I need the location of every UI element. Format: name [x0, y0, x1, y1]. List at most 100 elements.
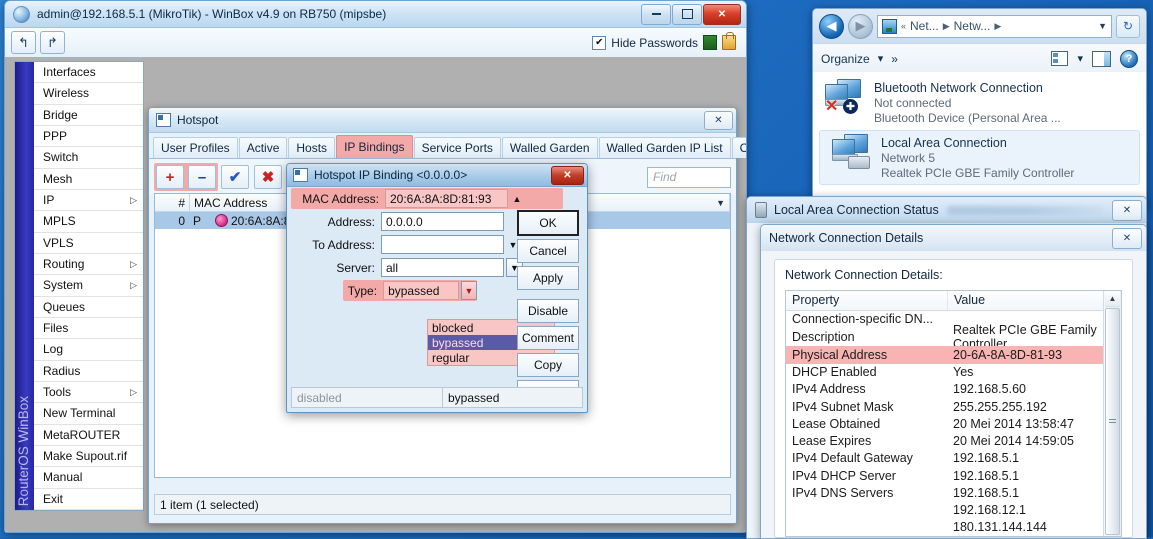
- to-address-input[interactable]: [381, 235, 504, 254]
- sidebar-item-tools[interactable]: Tools ▷: [34, 382, 143, 404]
- list-item[interactable]: ✕ ✚ Bluetooth Network Connection Not con…: [813, 76, 1146, 130]
- hotspot-close-button[interactable]: ✕: [704, 110, 733, 130]
- sidebar-item-manual[interactable]: Manual: [34, 467, 143, 489]
- sidebar-item-label: VPLS: [43, 235, 74, 250]
- table-row[interactable]: 192.168.12.1: [786, 501, 1103, 518]
- table-row[interactable]: Lease Obtained 20 Mei 2014 13:58:47: [786, 415, 1103, 432]
- sidebar-item-switch[interactable]: Switch: [34, 147, 143, 169]
- sidebar-item-new-terminal[interactable]: New Terminal: [34, 403, 143, 425]
- hide-passwords-control[interactable]: ✔ Hide Passwords: [592, 32, 740, 50]
- sidebar-item-log[interactable]: Log: [34, 339, 143, 361]
- ethernet-plug-icon: [848, 155, 870, 169]
- tab-walled-garden[interactable]: Walled Garden: [501, 137, 598, 158]
- lac-status-close-button[interactable]: ✕: [1112, 199, 1142, 221]
- breadcrumb-item-connections[interactable]: Netw...: [954, 19, 991, 33]
- connection-device: Bluetooth Device (Personal Area ...: [874, 111, 1061, 126]
- maximize-button[interactable]: [672, 3, 702, 25]
- apply-button[interactable]: Apply: [517, 266, 579, 290]
- sidebar-item-mpls[interactable]: MPLS: [34, 211, 143, 233]
- ncd-close-button[interactable]: ✕: [1112, 227, 1142, 249]
- address-dropdown-icon[interactable]: ▼: [1098, 21, 1107, 31]
- sidebar-item-mesh[interactable]: Mesh: [34, 169, 143, 190]
- ncd-vertical-scrollbar[interactable]: ▲: [1103, 291, 1121, 536]
- organize-button[interactable]: Organize: [821, 52, 870, 66]
- add-button[interactable]: +: [156, 165, 184, 189]
- tab-active[interactable]: Active: [238, 137, 288, 158]
- table-row[interactable]: IPv4 DNS Servers 192.168.5.1: [786, 484, 1103, 501]
- table-row[interactable]: IPv4 Subnet Mask 255.255.255.192: [786, 398, 1103, 415]
- preview-pane-icon[interactable]: [1092, 50, 1111, 67]
- sidebar-item-interfaces[interactable]: Interfaces: [34, 62, 143, 84]
- breadcrumb-overflow[interactable]: «: [901, 21, 906, 31]
- table-row[interactable]: Description Realtek PCIe GBE Family Contr…: [786, 323, 1103, 351]
- ncd-column-header-value: Value: [954, 293, 986, 307]
- sidebar-item-radius[interactable]: Radius: [34, 361, 143, 382]
- mac-address-spinner-icon[interactable]: ▲: [511, 194, 523, 204]
- list-item[interactable]: Local Area Connection Network 5 Realtek …: [819, 129, 1140, 186]
- table-row[interactable]: 180.131.144.144: [786, 519, 1103, 536]
- remove-button[interactable]: –: [188, 165, 216, 189]
- redo-icon[interactable]: ↱: [40, 31, 65, 54]
- table-row[interactable]: Lease Expires 20 Mei 2014 14:59:05: [786, 433, 1103, 450]
- sidebar-item-routing[interactable]: Routing ▷: [34, 254, 143, 276]
- find-input[interactable]: Find: [647, 166, 731, 188]
- scrollbar-thumb[interactable]: [1105, 308, 1120, 535]
- copy-button[interactable]: Copy: [517, 353, 579, 377]
- table-row[interactable]: IPv4 Default Gateway 192.168.5.1: [786, 450, 1103, 467]
- disable-button[interactable]: Disable: [517, 299, 579, 323]
- sidebar-item-label: Make Supout.rif: [43, 449, 128, 464]
- ok-button[interactable]: OK: [517, 210, 579, 236]
- sidebar-item-wireless[interactable]: Wireless: [34, 83, 143, 105]
- sidebar-item-make-supout[interactable]: Make Supout.rif: [34, 446, 143, 468]
- help-icon[interactable]: ?: [1120, 49, 1138, 68]
- enable-button[interactable]: ✔: [221, 165, 249, 189]
- sidebar-item-system[interactable]: System ▷: [34, 275, 143, 297]
- comment-button[interactable]: Comment: [517, 326, 579, 350]
- sidebar-item-metarouter[interactable]: MetaROUTER: [34, 425, 143, 446]
- sidebar-item-label: Queues: [43, 299, 86, 314]
- tab-ip-bindings[interactable]: IP Bindings: [336, 135, 413, 158]
- type-dropdown-button[interactable]: ▼: [460, 281, 477, 300]
- disable-button[interactable]: ✖: [254, 165, 282, 189]
- back-icon[interactable]: ◀: [819, 13, 844, 39]
- table-row[interactable]: DHCP Enabled Yes: [786, 364, 1103, 381]
- address-bar[interactable]: « Net... ▶ Netw... ▶ ▼: [877, 14, 1112, 38]
- binding-dialog-close-button[interactable]: ✕: [551, 165, 584, 185]
- close-button[interactable]: ✕: [703, 3, 741, 25]
- breadcrumb-item-network[interactable]: Net...: [910, 19, 939, 33]
- sidebar-item-files[interactable]: Files: [34, 318, 143, 340]
- sidebar-item-ppp[interactable]: PPP: [34, 126, 143, 148]
- tab-user-profiles[interactable]: User Profiles: [153, 137, 238, 158]
- row-value: 20-6A-8A-8D-81-93: [953, 347, 1063, 362]
- table-row[interactable]: IPv4 DHCP Server 192.168.5.1: [786, 467, 1103, 484]
- ncd-title-bar: Network Connection Details ✕: [761, 225, 1146, 251]
- table-row-physical-address[interactable]: Physical Address 20-6A-8A-8D-81-93: [786, 346, 1103, 364]
- server-input[interactable]: all: [381, 258, 504, 277]
- view-options-icon[interactable]: [1051, 51, 1069, 66]
- undo-icon[interactable]: ↰: [11, 31, 36, 54]
- sidebar-item-ip[interactable]: IP ▷: [34, 190, 143, 212]
- type-input[interactable]: bypassed: [383, 281, 459, 300]
- address-input[interactable]: 0.0.0.0: [381, 212, 504, 231]
- sidebar-item-bridge[interactable]: Bridge: [34, 105, 143, 126]
- cancel-button[interactable]: Cancel: [517, 239, 579, 263]
- mac-address-input[interactable]: 20:6A:8A:8D:81:93: [385, 189, 508, 208]
- tab-service-ports[interactable]: Service Ports: [413, 137, 501, 158]
- ncd-table-columns: Property Value Connection-specific DN...…: [786, 291, 1103, 536]
- minimize-button[interactable]: [641, 3, 671, 25]
- refresh-icon[interactable]: ↻: [1116, 14, 1140, 38]
- hide-passwords-checkbox[interactable]: ✔: [592, 35, 607, 50]
- forward-icon[interactable]: ▶: [848, 13, 873, 39]
- view-dropdown-icon[interactable]: ▾: [1077, 52, 1083, 65]
- toolbar-overflow-button[interactable]: »: [891, 52, 898, 66]
- table-row[interactable]: IPv4 Address 192.168.5.60: [786, 381, 1103, 398]
- sidebar-item-vpls[interactable]: VPLS: [34, 233, 143, 254]
- tab-cookies[interactable]: Cookies: [731, 137, 746, 158]
- tab-hosts[interactable]: Hosts: [288, 137, 336, 158]
- sidebar-item-label: Log: [43, 342, 64, 357]
- tab-walled-garden-ip-list[interactable]: Walled Garden IP List: [598, 137, 731, 158]
- sidebar-item-exit[interactable]: Exit: [34, 489, 143, 510]
- sidebar-item-queues[interactable]: Queues: [34, 297, 143, 318]
- scroll-up-icon[interactable]: ▲: [1105, 291, 1120, 307]
- row-property: DHCP Enabled: [792, 365, 877, 380]
